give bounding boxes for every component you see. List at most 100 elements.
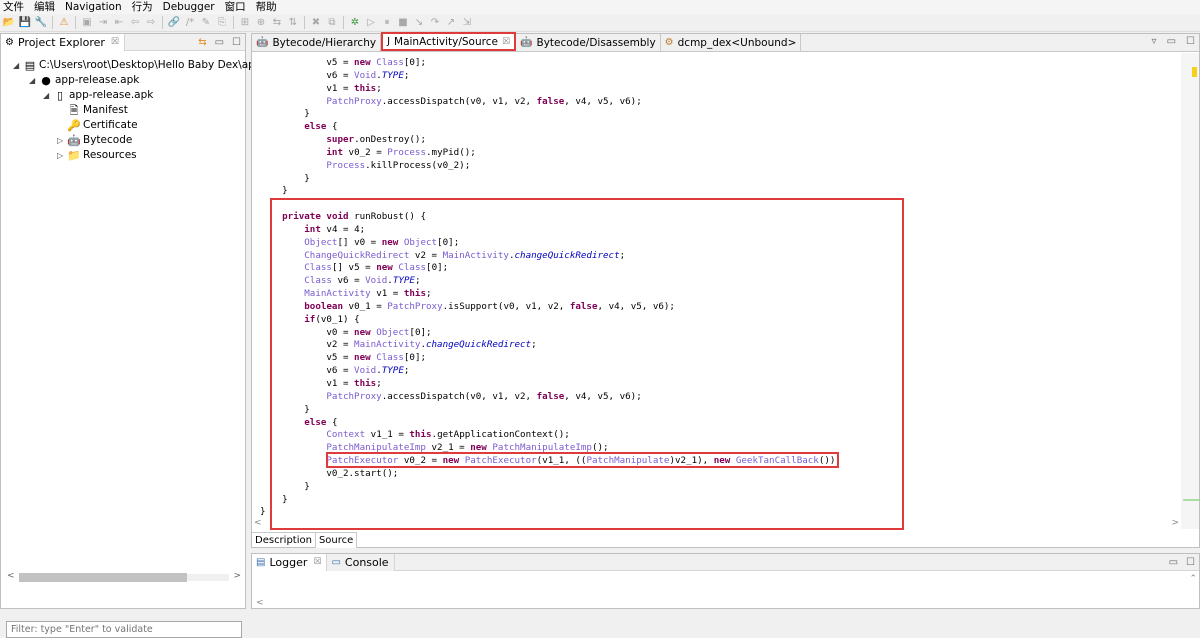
tab-list-icon[interactable]: ▿ (1152, 36, 1157, 47)
grid-icon[interactable]: ⊞ (238, 16, 252, 30)
run-to-icon[interactable]: ⇲ (460, 16, 474, 30)
tree-apk-unit[interactable]: ◢ ▯ app-release.apk (43, 88, 153, 103)
close-icon[interactable]: ☒ (502, 37, 510, 47)
menu-item[interactable]: Navigation (65, 0, 122, 14)
open-icon[interactable]: 📂 (2, 16, 16, 30)
decompiler-icon: ⚙ (664, 37, 674, 48)
editor-tab[interactable]: ⚙ dcmp_dex<Unbound> (661, 34, 802, 51)
tree-resources[interactable]: ▷ 📁 Resources (57, 148, 137, 163)
tree-node-label: C:\Users\root\Desktop\Hello Baby Dex\app… (39, 59, 276, 71)
tree-apk-artifact[interactable]: ◢ ● app-release.apk (29, 73, 139, 88)
editor-view-controls: ▿ ▭ ☐ (1142, 36, 1195, 47)
view-controls: ⇆ ▭ ☐ (190, 34, 241, 51)
xref-icon[interactable]: ⇆ (270, 16, 284, 30)
minimize-icon[interactable]: ▭ (1167, 36, 1176, 47)
editor-tab[interactable]: 🤖 Bytecode/Disassembly (516, 34, 661, 51)
copy-icon[interactable]: ⧉ (325, 16, 339, 30)
editor-panel: 🤖 Bytecode/Hierarchy J MainActivity/Source ☒… (251, 32, 1200, 548)
expand-toggle-icon[interactable]: ◢ (29, 73, 39, 88)
toolbar-separator (233, 16, 234, 29)
minimize-icon[interactable]: ▭ (215, 37, 224, 48)
logger-header: ▤ Logger ☒ ▭ Console ▭ ☐ (252, 553, 1199, 571)
filter-input[interactable] (6, 621, 242, 638)
menu-item[interactable]: 行为 (132, 0, 153, 14)
expand-toggle-icon[interactable]: ▷ (57, 133, 67, 148)
warning-icon[interactable]: ⚠ (57, 16, 71, 30)
navigate-out-icon[interactable]: ⇤ (112, 16, 126, 30)
minimize-icon[interactable]: ▭ (1169, 557, 1178, 568)
close-icon[interactable]: ☒ (313, 557, 321, 567)
scroll-right-icon[interactable]: > (233, 571, 241, 581)
overview-marker (1183, 499, 1199, 501)
editor-horizontal-scrollbar[interactable]: < > (252, 518, 1181, 530)
expand-toggle-icon[interactable]: ◢ (13, 58, 23, 73)
tree-node-label: app-release.apk (69, 89, 154, 101)
tab-project-explorer[interactable]: ⚙ Project Explorer ☒ (1, 33, 125, 51)
editor-tab[interactable]: J MainActivity/Source ☒ (381, 32, 517, 51)
wrench-icon[interactable]: 🔧 (34, 16, 48, 30)
sort-icon[interactable]: ⇅ (286, 16, 300, 30)
step-out-icon[interactable]: ↗ (444, 16, 458, 30)
tree-node-label: Resources (83, 149, 137, 161)
editor-tab-bar: 🤖 Bytecode/Hierarchy J MainActivity/Source ☒… (252, 32, 1199, 52)
pause-icon[interactable]: ⏸ (380, 16, 394, 30)
tree-manifest[interactable]: 🗎 Manifest (57, 103, 128, 118)
scroll-left-icon[interactable]: < (7, 571, 15, 581)
tree-node-icon: 🔑 (67, 119, 81, 132)
menu-item[interactable]: Debugger (163, 0, 215, 14)
menu-item[interactable]: 编辑 (34, 0, 55, 14)
vertical-scrollbar[interactable] (1181, 53, 1199, 529)
link-icon[interactable]: 🔗 (167, 16, 181, 30)
tab-logger[interactable]: ▤ Logger ☒ (252, 553, 328, 571)
editor-tab-label: Bytecode/Disassembly (536, 36, 656, 49)
new-window-icon[interactable]: ▣ (80, 16, 94, 30)
comment-icon[interactable]: /* (183, 16, 197, 30)
android-icon: 🤖 (256, 37, 269, 48)
scroll-right-icon[interactable]: > (1171, 518, 1179, 528)
menu-item[interactable]: 窗口 (225, 0, 246, 14)
stop-icon[interactable]: ■ (396, 16, 410, 30)
maximize-icon[interactable]: ☐ (1186, 557, 1195, 568)
highlight-box-runrobust (270, 198, 904, 530)
tree-node-icon: ● (41, 74, 51, 87)
menu-item[interactable]: 文件 (3, 0, 24, 14)
expand-toggle-icon[interactable]: ▷ (57, 148, 67, 163)
logger-scroll-left-icon[interactable]: < (256, 598, 264, 608)
run-icon[interactable]: ▷ (364, 16, 378, 30)
tree-node-icon: ▯ (56, 89, 64, 102)
project-explorer-icon: ⚙ (5, 36, 14, 48)
horizontal-scrollbar[interactable]: < > (7, 571, 241, 583)
debug-icon[interactable]: ✲ (348, 16, 362, 30)
forward-icon[interactable]: ⇨ (144, 16, 158, 30)
tab-console[interactable]: ▭ Console (327, 553, 395, 571)
save-icon[interactable]: 💾 (18, 16, 32, 30)
code-line: } (260, 172, 310, 184)
export-icon[interactable]: ⎘ (215, 16, 229, 30)
link-editor-icon[interactable]: ⇆ (198, 37, 206, 48)
scrollbar-thumb[interactable] (19, 573, 187, 582)
hierarchy-icon[interactable]: ⊕ (254, 16, 268, 30)
tree-certificate[interactable]: 🔑 Certificate (57, 118, 137, 133)
rename-icon[interactable]: ✎ (199, 16, 213, 30)
tree-project-root[interactable]: ◢ ▤ C:\Users\root\Desktop\Hello Baby Dex\a… (13, 58, 276, 73)
editor-tab-label: dcmp_dex<Unbound> (677, 36, 797, 49)
maximize-icon[interactable]: ☐ (1186, 36, 1195, 47)
scroll-left-icon[interactable]: < (254, 518, 262, 528)
step-into-icon[interactable]: ↘ (412, 16, 426, 30)
maximize-icon[interactable]: ☐ (232, 37, 241, 48)
code-line: v5 = new Class[0]; (260, 57, 427, 68)
step-over-icon[interactable]: ↷ (428, 16, 442, 30)
tab-source[interactable]: Source (315, 533, 358, 548)
close-icon[interactable]: ☒ (111, 37, 119, 47)
back-icon[interactable]: ⇦ (128, 16, 142, 30)
editor-tab[interactable]: 🤖 Bytecode/Hierarchy (252, 34, 382, 51)
delete-icon[interactable]: ✖ (309, 16, 323, 30)
tree-node-icon: 🤖 (67, 134, 81, 147)
tab-description[interactable]: Description (252, 533, 316, 548)
navigate-in-icon[interactable]: ⇥ (96, 16, 110, 30)
expand-toggle-icon[interactable]: ◢ (43, 88, 53, 103)
logger-scroll-up-icon[interactable]: ⌃ (1189, 574, 1197, 584)
tree-bytecode[interactable]: ▷ 🤖 Bytecode (57, 133, 132, 148)
tab-label: Logger (269, 555, 308, 569)
menu-item[interactable]: 帮助 (256, 0, 277, 14)
